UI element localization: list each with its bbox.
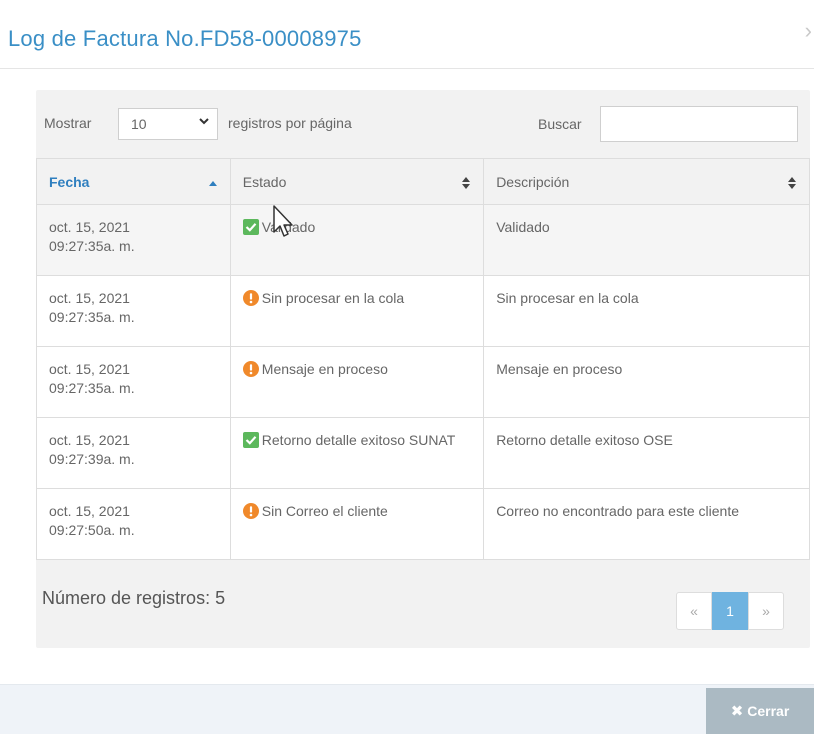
close-icon: ✖ xyxy=(730,703,744,720)
modal-header: Log de Factura No.FD58-00008975 › xyxy=(0,0,814,69)
description-cell: Retorno detalle exitoso OSE xyxy=(483,417,810,489)
modal-footer: ✖ Cerrar xyxy=(0,684,814,734)
sort-icon xyxy=(788,177,796,189)
table-row[interactable]: oct. 15, 2021 09:27:50a. m. Sin Correo el… xyxy=(36,488,810,560)
status-text: Retorno detalle exitoso SUNAT xyxy=(261,432,456,448)
check-icon xyxy=(242,432,259,448)
table-row[interactable]: oct. 15, 2021 09:27:39a. m. Retorno detal… xyxy=(36,417,810,489)
pagination: « 1 » xyxy=(676,592,788,630)
status-text: Sin procesar en la cola xyxy=(261,290,405,306)
table-row[interactable]: oct. 15, 2021 09:27:35a. m. Validado Vali… xyxy=(36,204,810,276)
status-cell: Sin Correo el cliente xyxy=(229,488,485,560)
close-button[interactable]: ✖ Cerrar xyxy=(706,688,814,734)
column-header-descripcion[interactable]: Descripción xyxy=(483,158,810,205)
modal-title: Log de Factura No.FD58-00008975 xyxy=(8,26,362,51)
status-cell: Sin procesar en la cola xyxy=(229,275,485,347)
table-controls: Mostrar 10 registros por página Buscar xyxy=(36,90,810,160)
close-icon[interactable]: › xyxy=(805,18,812,44)
time-text: 09:27:39a. m. xyxy=(49,451,135,467)
column-header-label: Estado xyxy=(242,173,287,190)
status-text: Sin Correo el cliente xyxy=(261,503,388,519)
search-input[interactable] xyxy=(600,106,798,142)
column-header-estado[interactable]: Estado xyxy=(229,158,485,205)
description-cell: Validado xyxy=(483,204,810,276)
table-header-row: Fecha Estado Descripción xyxy=(36,158,810,205)
prev-page-button[interactable]: « xyxy=(676,592,712,630)
record-count: Número de registros: 5 xyxy=(42,588,226,608)
column-header-fecha[interactable]: Fecha xyxy=(36,158,231,205)
description-cell: Mensaje en proceso xyxy=(483,346,810,418)
date-text: oct. 15, 2021 xyxy=(49,290,130,306)
log-panel: Mostrar 10 registros por página Buscar F… xyxy=(36,90,810,648)
date-cell: oct. 15, 2021 09:27:39a. m. xyxy=(36,417,231,489)
exclamation-icon xyxy=(242,361,259,377)
date-cell: oct. 15, 2021 09:27:35a. m. xyxy=(36,275,231,347)
sort-asc-icon xyxy=(208,181,217,186)
column-header-label: Fecha xyxy=(49,173,90,190)
current-page-button[interactable]: 1 xyxy=(712,592,748,630)
table-row[interactable]: oct. 15, 2021 09:27:35a. m. Sin procesar … xyxy=(36,275,810,347)
exclamation-icon xyxy=(242,290,259,306)
status-text: Mensaje en proceso xyxy=(261,361,388,377)
close-button-label: Cerrar xyxy=(747,703,790,719)
status-cell: Validado xyxy=(229,204,485,276)
date-text: oct. 15, 2021 xyxy=(49,219,130,235)
description-cell: Sin procesar en la cola xyxy=(483,275,810,347)
time-text: 09:27:35a. m. xyxy=(49,380,135,396)
show-label: Mostrar xyxy=(44,115,92,131)
time-text: 09:27:35a. m. xyxy=(49,309,135,325)
date-cell: oct. 15, 2021 09:27:35a. m. xyxy=(36,204,231,276)
next-page-button[interactable]: » xyxy=(748,592,784,630)
column-header-label: Descripción xyxy=(496,173,570,190)
date-text: oct. 15, 2021 xyxy=(49,432,130,448)
check-icon xyxy=(242,219,259,235)
date-text: oct. 15, 2021 xyxy=(49,503,130,519)
chevron-down-icon xyxy=(199,118,209,125)
per-page-label: registros por página xyxy=(228,115,352,131)
sort-icon xyxy=(462,177,471,189)
date-cell: oct. 15, 2021 09:27:35a. m. xyxy=(36,346,231,418)
page-size-value: 10 xyxy=(131,116,147,132)
exclamation-icon xyxy=(242,503,259,519)
table-row[interactable]: oct. 15, 2021 09:27:35a. m. Mensaje en pr… xyxy=(36,346,810,418)
status-cell: Mensaje en proceso xyxy=(229,346,485,418)
date-cell: oct. 15, 2021 09:27:50a. m. xyxy=(36,488,231,560)
status-cell: Retorno detalle exitoso SUNAT xyxy=(229,417,485,489)
log-table: Fecha Estado Descripción oct. 15, 2021 0… xyxy=(36,158,810,560)
description-cell: Correo no encontrado para este cliente xyxy=(483,488,810,560)
time-text: 09:27:35a. m. xyxy=(49,238,135,254)
search-label: Buscar xyxy=(538,116,582,132)
page-size-select[interactable]: 10 xyxy=(118,108,218,140)
time-text: 09:27:50a. m. xyxy=(49,522,135,538)
mouse-cursor-icon xyxy=(273,205,293,237)
date-text: oct. 15, 2021 xyxy=(49,361,130,377)
